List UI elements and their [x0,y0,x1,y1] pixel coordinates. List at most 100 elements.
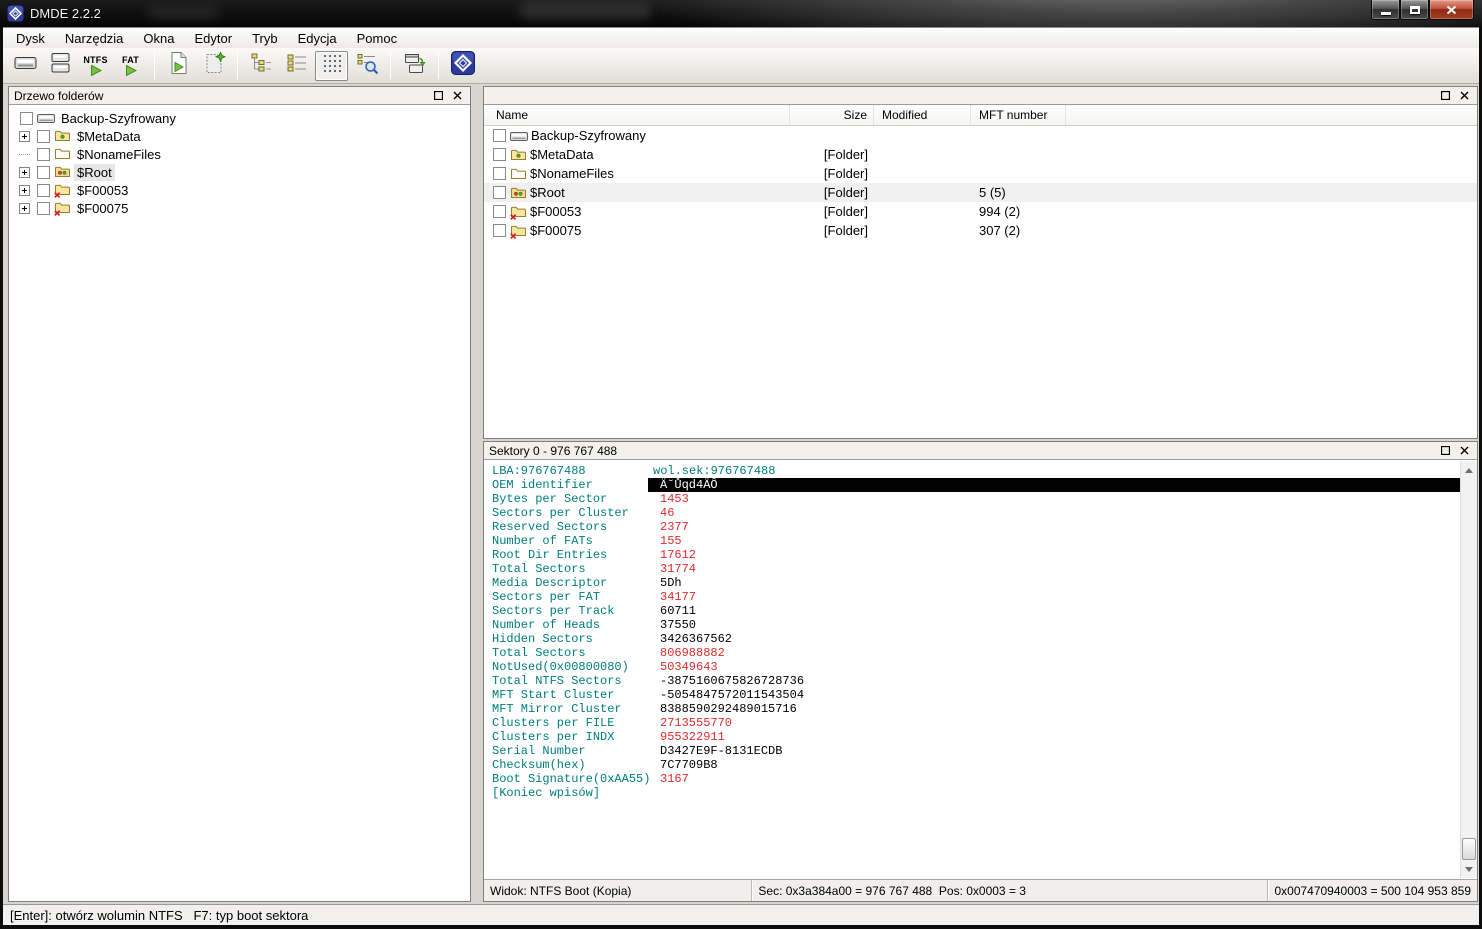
field-value-wrap: 3167 [648,772,1460,786]
expand-plus-icon[interactable] [19,130,30,142]
menu-bar: Dysk Narzędzia Okna Edytor Tryb Edycja Pomoc [3,27,1479,48]
minimize-button[interactable] [1371,0,1400,20]
sector-field-clusters-per-indx: Clusters per INDX 955322911 [492,730,1460,744]
file-row-root[interactable]: $Root [Folder] 5 (5) [484,183,1477,202]
search-view-button[interactable] [350,51,383,81]
checkbox[interactable] [37,165,50,179]
field-value: 2377 [660,520,689,534]
panel-maximize-icon[interactable] [432,90,444,102]
panel-close-icon[interactable] [1458,445,1470,457]
redacted-blur [148,3,218,19]
checkbox[interactable] [493,186,506,199]
checkbox[interactable] [20,111,33,125]
sector-field-reserved-sectors: Reserved Sectors 2377 [492,520,1460,534]
panel-maximize-icon[interactable] [1439,445,1451,457]
checkbox[interactable] [493,129,506,142]
checkbox[interactable] [37,147,50,161]
menu-dysk[interactable]: Dysk [6,29,55,48]
column-header-modified[interactable]: Modified [874,105,971,125]
title-bar: DMDE 2.2.2 [0,0,1482,27]
expand-plus-icon[interactable] [19,166,30,178]
tree-item-nonamefiles[interactable]: $NonameFiles [9,145,470,163]
scroll-down-icon[interactable] [1461,861,1477,877]
field-value-wrap: -3875160675826728736 [648,674,1460,688]
dmde-logo-button[interactable] [446,51,479,81]
tree-item-metadata[interactable]: $MetaData [9,127,470,145]
close-icon [1446,5,1457,14]
tree-item-label: $F00075 [77,200,129,216]
folder-x-icon [54,200,71,216]
menu-narz-dzia[interactable]: Narzędzia [55,29,134,48]
boot-sector-view[interactable]: LBA:976767488 wol.sek:976767488 OEM identi… [484,461,1460,878]
field-label: NotUsed(0x00800080) [492,660,629,674]
open-volume-button[interactable] [162,51,195,81]
column-header-name[interactable]: Name [484,105,790,125]
tree-view-button[interactable] [245,51,278,81]
file-row-metadata[interactable]: $MetaData [Folder] [484,145,1477,164]
redacted-blur [520,1,650,18]
menu-okna[interactable]: Okna [133,29,184,48]
field-value-wrap: 50349643 [648,660,1460,674]
ntfs-volume-button[interactable]: NTFS [79,51,112,81]
folder-dot-icon [510,147,527,163]
checkbox[interactable] [37,183,50,197]
field-label: Sectors per Cluster [492,506,629,520]
tree-item-f00075[interactable]: $F00075 [9,199,470,217]
file-row-f00075[interactable]: $F00075 [Folder] 307 (2) [484,221,1477,240]
file-row-f00053[interactable]: $F00053 [Folder] 994 (2) [484,202,1477,221]
tree-item-backup-szyfrowany[interactable]: Backup-Szyfrowany [9,109,470,127]
field-value: 50349643 [660,660,718,674]
field-value-wrap: 31774 [648,562,1460,576]
menu-edycja[interactable]: Edycja [288,29,347,48]
checkbox[interactable] [37,129,50,143]
select-device-button[interactable] [44,51,77,81]
field-value: -5054847572011543504 [660,688,805,702]
sector-field-sectors-per-fat: Sectors per FAT 34177 [492,590,1460,604]
checkbox[interactable] [37,201,50,215]
panel-close-icon[interactable] [1458,90,1470,102]
scrollbar-thumb[interactable] [1462,838,1476,860]
fat-volume-button[interactable]: FAT [114,51,147,81]
column-header-mft-number[interactable]: MFT number [971,105,1066,125]
list-view-button[interactable] [280,51,313,81]
menu-pomoc[interactable]: Pomoc [347,29,407,48]
file-row-nonamefiles[interactable]: $NonameFiles [Folder] [484,164,1477,183]
window-panels-button[interactable] [398,51,431,81]
field-value-wrap: 155 [648,534,1460,548]
checkbox[interactable] [493,148,506,161]
end-marker-label: [Koniec wpisów] [492,786,601,800]
field-value-wrap: 2377 [648,520,1460,534]
file-name-cell: $F00075 [484,223,790,239]
sector-field-sectors-per-cluster: Sectors per Cluster 46 [492,506,1460,520]
status-bar-hint: [Enter]: otwórz wolumin NTFS F7: typ boo… [10,907,309,923]
sector-field-root-dir-entries: Root Dir Entries 17612 [492,548,1460,562]
checkbox[interactable] [493,224,506,237]
checkbox[interactable] [493,205,506,218]
field-label: Total Sectors [492,562,586,576]
vertical-scrollbar[interactable] [1460,461,1477,878]
panel-maximize-icon[interactable] [1439,90,1451,102]
tree-item-f00053[interactable]: $F00053 [9,181,470,199]
field-value: 5Dh [660,576,682,590]
open-disk-button[interactable] [9,51,42,81]
new-scan-button[interactable] [197,51,230,81]
checkbox[interactable] [493,167,506,180]
maximize-button[interactable] [1400,0,1429,20]
panel-close-icon[interactable] [451,90,463,102]
field-label: Boot Signature(0xAA55) [492,772,651,786]
file-name-cell: $Root [484,185,790,201]
tree-item-root[interactable]: $Root [9,163,470,181]
file-row-backup-szyfrowany[interactable]: Backup-Szyfrowany [484,126,1477,145]
field-label: Number of FATs [492,534,593,548]
scroll-up-icon[interactable] [1461,462,1477,478]
menu-edytor[interactable]: Edytor [185,29,243,48]
menu-tryb[interactable]: Tryb [242,29,288,48]
column-header-size[interactable]: Size [790,105,874,125]
close-button[interactable] [1429,0,1474,20]
dmde-logo-icon [450,50,476,81]
table-view-button[interactable] [315,50,348,81]
field-value-wrap: D3427E9F-8131ECDB [648,744,1460,758]
ntfs-icon: NTFS [83,55,107,77]
expand-plus-icon[interactable] [19,184,30,196]
expand-plus-icon[interactable] [19,202,30,214]
